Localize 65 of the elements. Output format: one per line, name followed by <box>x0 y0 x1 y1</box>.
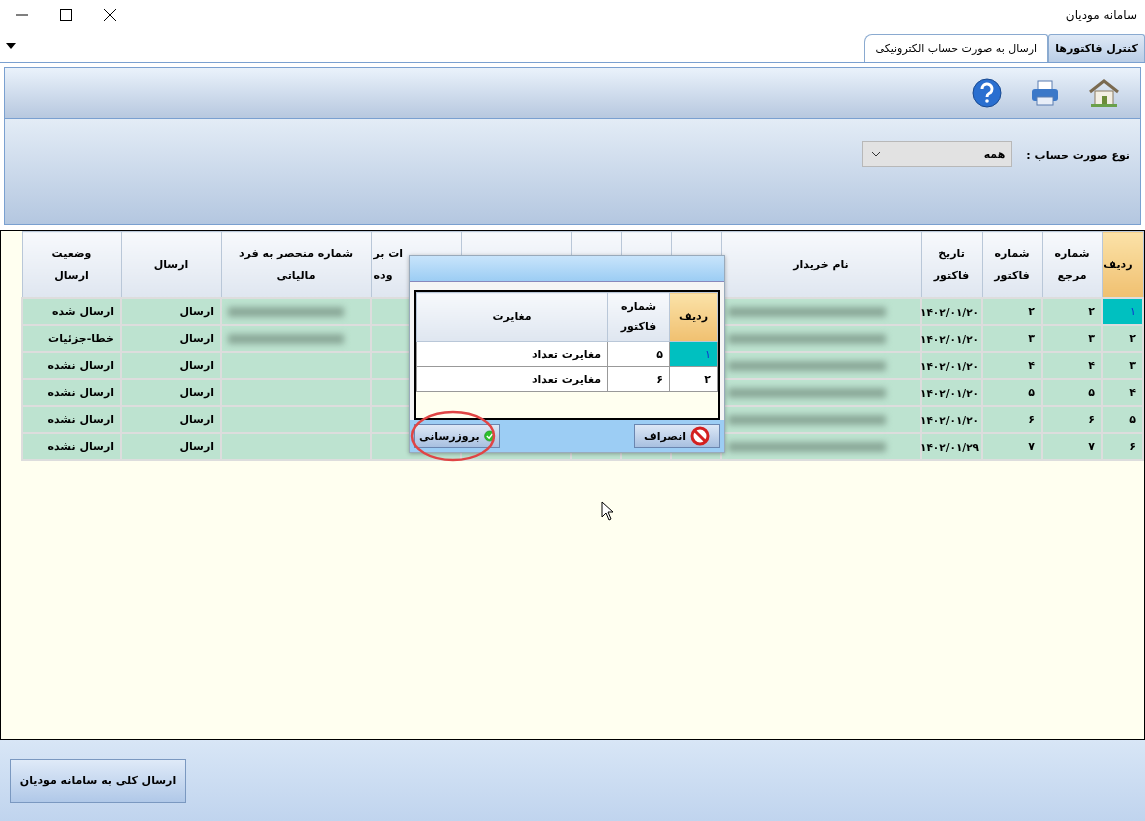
column-header[interactable]: شماره مرجع <box>1042 231 1102 298</box>
row-index-cell[interactable]: ۵ <box>1102 406 1143 433</box>
column-header[interactable]: مغایرت <box>416 292 608 342</box>
table-cell: ۳ <box>1042 325 1102 352</box>
table-cell: ۶ <box>982 406 1042 433</box>
table-cell: ۷ <box>1042 433 1102 460</box>
table-cell: ۵ <box>1042 379 1102 406</box>
column-header[interactable]: شماره فاکتور <box>607 292 670 342</box>
send-all-button[interactable]: ارسال کلی به سامانه مودیان <box>10 758 186 803</box>
table-cell: ارسال <box>121 379 221 406</box>
column-header[interactable]: شماره فاکتور <box>982 231 1042 298</box>
maximize-icon[interactable] <box>60 9 72 21</box>
table-cell: ارسال نشده <box>22 352 121 379</box>
row-index-cell[interactable]: ۶ <box>1102 433 1143 460</box>
column-header[interactable]: ارسال <box>121 231 221 298</box>
row-index-cell[interactable]: ۳ <box>1102 352 1143 379</box>
help-icon[interactable] <box>972 78 1002 108</box>
table-cell: ارسال نشده <box>22 433 121 460</box>
row-index-cell[interactable]: ۴ <box>1102 379 1143 406</box>
column-header[interactable]: تاریخ فاکتور <box>921 231 982 298</box>
row-index-cell[interactable]: ۲ <box>1102 325 1143 352</box>
row-index-cell[interactable]: ۱ <box>1102 298 1143 325</box>
table-cell: ۷ <box>982 433 1042 460</box>
cancel-button[interactable]: انصراف <box>634 424 720 448</box>
row-index-cell[interactable]: ۲ <box>669 366 718 392</box>
close-icon[interactable] <box>104 9 116 21</box>
mouse-pointer-icon <box>601 501 614 521</box>
row-index-cell[interactable]: ۱ <box>669 341 718 367</box>
home-icon[interactable] <box>1088 78 1120 108</box>
table-cell: ۶ <box>1042 406 1102 433</box>
column-header[interactable]: وضعیت ارسال <box>22 231 121 298</box>
table-cell: ارسال <box>121 325 221 352</box>
update-button[interactable]: بروزرسانی <box>414 424 500 448</box>
table-cell: ۵ <box>607 341 670 367</box>
table-cell: ارسال نشده <box>22 406 121 433</box>
table-cell: ارسال <box>121 433 221 460</box>
filter-label: نوع صورت حساب : <box>1026 149 1130 162</box>
column-header[interactable]: ردیف <box>669 292 718 342</box>
table-cell: ارسال <box>121 352 221 379</box>
table-cell: ۴ <box>982 352 1042 379</box>
table-cell: ارسال نشده <box>22 379 121 406</box>
table-cell: مغایرت تعداد <box>416 366 608 392</box>
column-header[interactable]: شماره منحصر به فرد مالیاتی <box>221 231 371 298</box>
table-cell: ۲ <box>1042 298 1102 325</box>
column-header[interactable]: نام خریدار <box>721 231 921 298</box>
cancel-icon <box>690 426 711 446</box>
table-cell: ۲ <box>982 298 1042 325</box>
window-title: سامانه مودیان <box>1065 8 1137 22</box>
printer-icon[interactable] <box>1030 79 1060 107</box>
table-cell: ۵ <box>982 379 1042 406</box>
table-cell: ۶ <box>607 366 670 392</box>
dropdown-caret-icon[interactable] <box>6 43 16 49</box>
table-cell: ۴ <box>1042 352 1102 379</box>
table-cell: خطا-جزئیات <box>22 325 121 352</box>
tab[interactable]: کنترل فاکتورها <box>1048 34 1145 62</box>
table-cell: ۱۴۰۲/۰۱/۲۰ <box>921 298 982 325</box>
chevron-down-icon <box>871 151 882 157</box>
table-cell: ۳ <box>982 325 1042 352</box>
invoice-type-dropdown[interactable]: همه <box>862 141 1013 167</box>
table-cell: مغایرت تعداد <box>416 341 608 367</box>
table-cell: ارسال <box>121 298 221 325</box>
tab[interactable]: ارسال به صورت حساب الکترونیکی <box>864 34 1049 62</box>
table-cell: ارسال شده <box>22 298 121 325</box>
table-cell: ارسال <box>121 406 221 433</box>
column-header[interactable]: ردیف <box>1102 231 1143 298</box>
